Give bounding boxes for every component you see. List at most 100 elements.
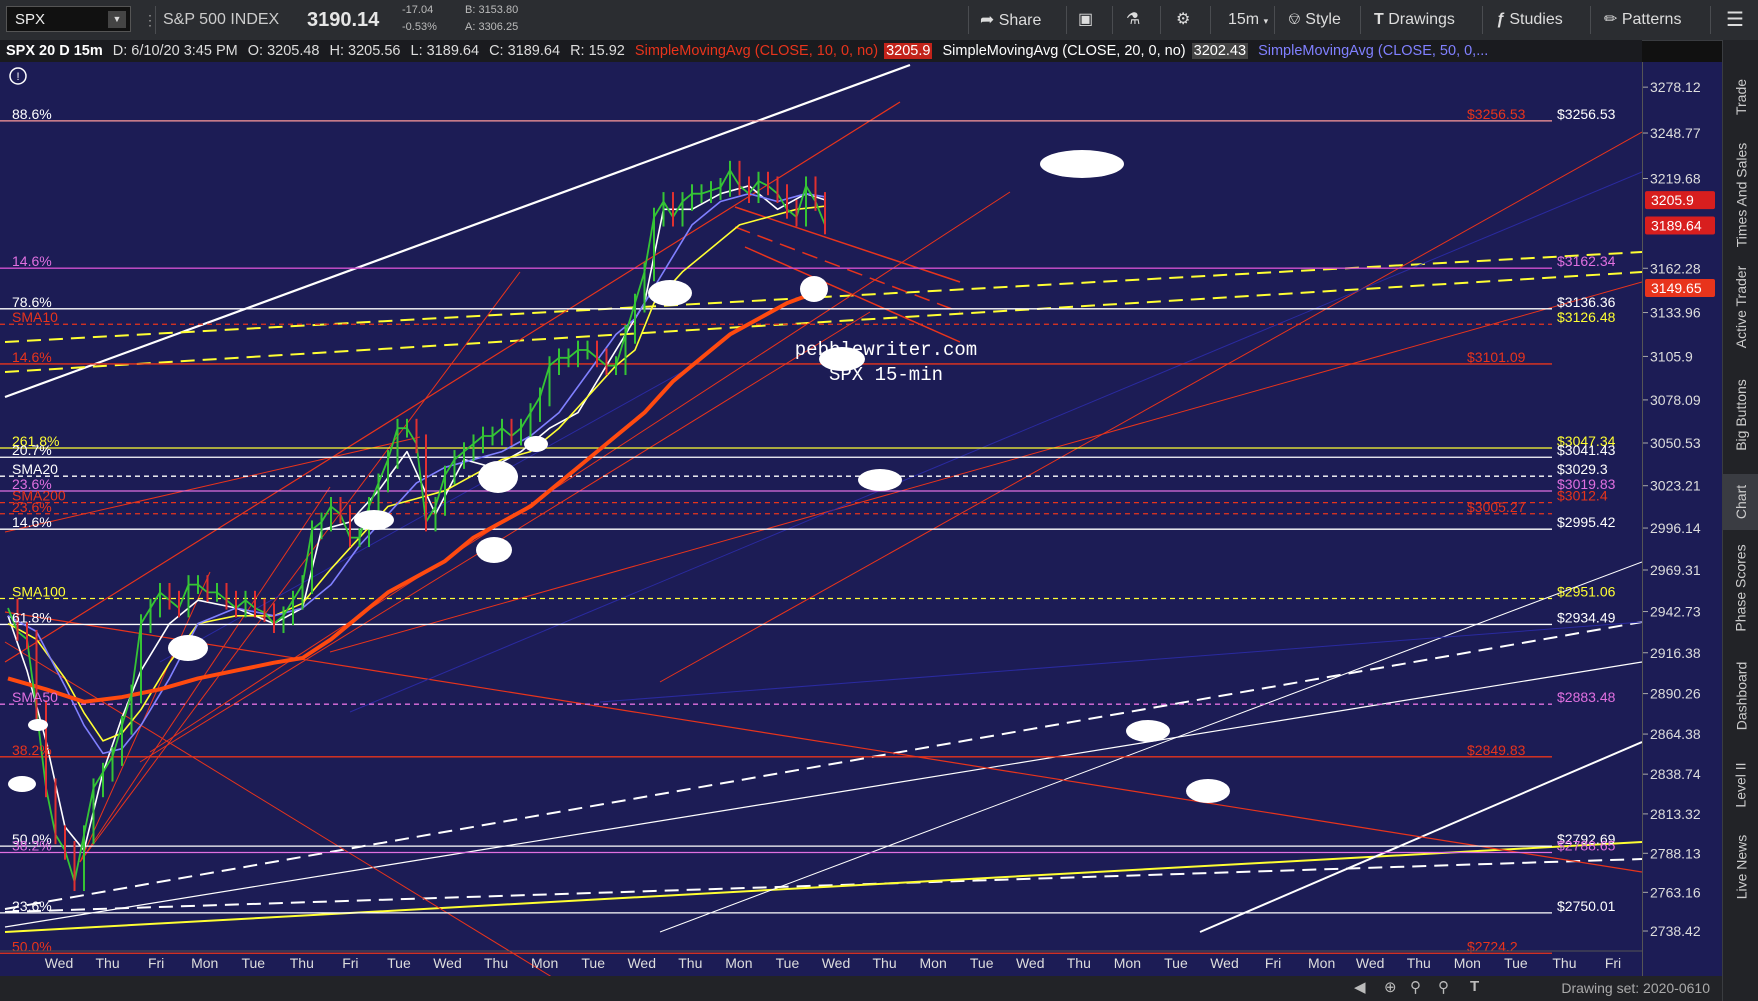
x-tick-label: Fri [342,955,358,971]
x-tick-label: Wed [627,955,656,971]
y-tick-label: 3133.96 [1650,305,1701,321]
bar-open: O: 3205.48 [247,43,320,59]
level-left-label: SMA100 [12,584,66,600]
bar-low: L: 3189.64 [410,43,480,59]
watermark-site: pebblewriter.com [795,339,977,361]
x-tick-label: Mon [531,955,558,971]
trend-line [329,281,1643,653]
level-right-value: $3126.48 [1557,309,1616,325]
y-tick-label: 2788.13 [1650,845,1701,861]
trend-line [734,206,961,283]
sma50-label[interactable]: SimpleMovingAvg (CLOSE, 50, 0,... [1258,43,1488,59]
bottom-bar: ◀ ⊕ ⚲ ⚲ T Drawing set: 2020-0610 [0,976,1722,1001]
level-left-label: 14.6% [12,349,52,365]
share-button[interactable]: ➦ Share [980,0,1041,40]
x-tick-label: Tue [1164,955,1188,971]
annotation-ellipse [648,280,692,306]
sma10-label[interactable]: SimpleMovingAvg (CLOSE, 10, 0, no) [635,43,878,59]
level-right-label: $3005.27 [1467,499,1526,515]
x-tick-label: Tue [1504,955,1528,971]
style-icon: ⎊ [1288,11,1301,28]
x-tick-label: Mon [1454,955,1481,971]
side-tab-level-ii[interactable]: Level II [1723,750,1758,820]
patterns-button[interactable]: ✏ Patterns [1604,0,1681,40]
annotation-ellipse [354,510,394,530]
level-right-label: $2849.83 [1467,742,1526,758]
zoom-in-icon[interactable]: ⚲ [1410,978,1421,996]
y-tick-label: 3050.53 [1650,435,1701,451]
trend-line [79,486,331,863]
side-tab-phase-scores[interactable]: Phase Scores [1723,534,1758,642]
x-tick-label: Fri [1605,955,1621,971]
index-name: S&P 500 INDEX [163,11,280,28]
sma20-value: 3202.43 [1191,43,1249,59]
level-right-value: $2883.48 [1557,689,1616,705]
level-right-label: $3256.53 [1467,106,1526,122]
drawing-tool-icon[interactable]: T [1470,978,1479,995]
menu-button[interactable]: ☰ [1726,0,1744,40]
symbol-input[interactable]: SPX ▼ [6,6,131,32]
chart-area[interactable]: 88.6% $3256.53 $3256.53 14.6% $3162.34 78.6% $… [0,62,1643,983]
x-tick-label: Tue [387,955,411,971]
level-right-value: $3041.43 [1557,442,1616,458]
side-tab-trade[interactable]: Trade [1723,62,1758,132]
trend-line [79,271,521,863]
studies-button[interactable]: ƒ Studies [1496,0,1563,40]
alert-icon-mark: ! [16,71,19,83]
drawings-button[interactable]: T Drawings [1374,0,1455,40]
chevron-down-icon[interactable]: ▼ [108,11,126,28]
side-tab-label: Chart [1732,484,1749,520]
level-right-value: $3012.4 [1557,488,1608,504]
side-tab-chart[interactable]: Chart [1723,474,1758,530]
annotation-ellipse [28,719,48,731]
side-tab-big-buttons[interactable]: Big Buttons [1723,360,1758,470]
x-tick-label: Fri [1265,955,1281,971]
crosshair-icon[interactable]: ⊕ [1384,978,1397,996]
y-tick-label: 2864.38 [1650,726,1701,742]
level-left-label: 78.6% [12,294,52,310]
x-tick-label: Fri [148,955,164,971]
x-tick-label: Thu [290,955,314,971]
style-button[interactable]: ⎊ Style [1288,0,1341,40]
bar-date: D: 6/10/20 3:45 PM [112,43,238,59]
snapshot-button[interactable]: ▣ [1078,0,1093,40]
trend-line [139,311,871,763]
price-chart[interactable]: 88.6% $3256.53 $3256.53 14.6% $3162.34 78.6% $… [0,62,1643,983]
sma20-label[interactable]: SimpleMovingAvg (CLOSE, 20, 0, no) [942,43,1185,59]
x-tick-label: Thu [678,955,702,971]
x-tick-label: Mon [725,955,752,971]
side-tab-times-and-sales[interactable]: Times And Sales [1723,136,1758,254]
side-tab-live-news[interactable]: Live News [1723,824,1758,910]
price-axis[interactable]: 3278.12 3248.77 3219.68 3162.28 3133.96 3105.… [1642,62,1723,976]
interval-button[interactable]: 15m ▾ [1228,0,1268,40]
level-left-label: 14.6% [12,253,52,269]
x-tick-label: Thu [1552,955,1576,971]
y-tick-label: 2942.73 [1650,604,1701,620]
y-tick-label: 2890.26 [1650,686,1701,702]
x-tick-label: Thu [484,955,508,971]
y-tick-label: 3078.09 [1650,392,1701,408]
annotation-ellipse [1126,720,1170,742]
x-tick-label: Tue [776,955,800,971]
gear-icon: ⚙ [1176,11,1191,28]
side-panel-tabs: Trade Times And Sales Active Trader Big But… [1722,40,1758,1001]
x-tick-label: Mon [1114,955,1141,971]
side-tab-dashboard[interactable]: Dashboard [1723,646,1758,746]
level-right-value: $2995.42 [1557,514,1616,530]
trend-line [734,226,961,313]
settings-button[interactable]: ⚙ [1176,0,1190,40]
y-tick-label: 3278.12 [1650,79,1701,95]
x-tick-label: Wed [822,955,851,971]
trend-line [4,101,901,663]
x-tick-label: Tue [970,955,994,971]
trend-line [159,361,701,663]
zoom-out-icon[interactable]: ⚲ [1438,978,1449,996]
scroll-left-icon[interactable]: ◀ [1354,978,1366,996]
level-left-label: 38.2% [12,837,52,853]
side-tab-label: Dashboard [1733,661,1749,731]
side-tab-active-trader[interactable]: Active Trader [1723,258,1758,356]
series-sma10 [7,185,826,852]
flask-icon: ⚗ [1126,11,1141,28]
studies-icon: ƒ [1496,11,1505,28]
flask-button[interactable]: ⚗ [1126,0,1140,40]
